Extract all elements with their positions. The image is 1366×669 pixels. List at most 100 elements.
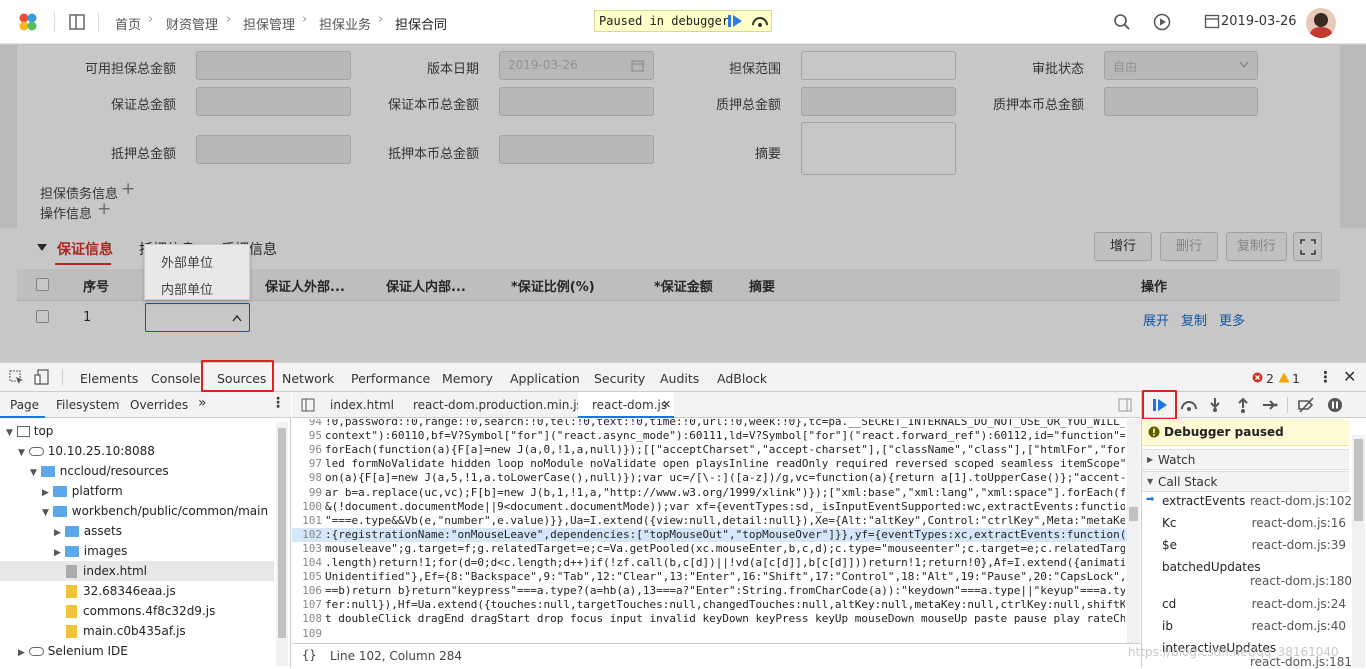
close-tab-icon[interactable]: ✕ — [662, 398, 671, 411]
delete-row-button[interactable]: 删行 — [1160, 232, 1218, 261]
select-all-checkbox[interactable] — [36, 278, 49, 291]
code-line[interactable]: led formNoValidate hidden loop noModule … — [325, 457, 1125, 470]
mortgage-local-total-input[interactable] — [499, 135, 654, 164]
line-number[interactable]: 107 — [292, 598, 322, 611]
tab-memory[interactable]: Memory — [442, 371, 493, 386]
scrollbar-thumb[interactable] — [1354, 439, 1363, 521]
tab-guarantee[interactable]: 保证信息 — [57, 239, 113, 259]
guarantor-type-select[interactable] — [145, 303, 250, 332]
line-number[interactable]: 105 — [292, 570, 322, 583]
code-line[interactable]: Unidentified"},Ef={8:"Backspace",9:"Tab"… — [325, 570, 1125, 583]
more-link[interactable]: 更多 — [1219, 310, 1245, 329]
tree-item-folder[interactable]: ▼ workbench/public/common/main — [42, 504, 268, 518]
line-number[interactable]: 95 — [292, 429, 322, 442]
tree-item-file[interactable]: main.c0b435af.js — [66, 624, 186, 638]
code-area[interactable]: 94 !0,password:!0,range:!0,search:!0,tel:… — [292, 419, 1127, 643]
tree-item-extension[interactable]: ▶ Selenium IDE — [18, 644, 128, 658]
expand-link[interactable]: 展开 — [1143, 310, 1169, 329]
calendar-icon[interactable] — [1204, 13, 1220, 29]
tree-item-folder[interactable]: ▼ nccloud/resources — [30, 464, 169, 478]
tree-item-host[interactable]: ▼ 10.10.25.10:8088 — [18, 444, 155, 458]
breadcrumb-item[interactable]: 担保管理 — [243, 14, 295, 33]
step-over-icon[interactable] — [1179, 397, 1199, 413]
line-number[interactable]: 96 — [292, 443, 322, 456]
copy-link[interactable]: 复制 — [1181, 310, 1207, 329]
tab-console[interactable]: Console — [151, 371, 201, 386]
tree-item-file-selected[interactable]: index.html — [66, 564, 147, 578]
step-out-icon[interactable] — [1236, 397, 1250, 413]
search-icon[interactable] — [1113, 13, 1131, 31]
inspect-icon[interactable] — [9, 370, 24, 385]
nav-scrollbar[interactable] — [276, 422, 288, 666]
code-line[interactable]: mouseleave";g.target=f;g.relatedTarget=e… — [325, 542, 1125, 555]
more-options-icon[interactable]: ⋮ — [271, 395, 285, 411]
pause-on-exceptions-icon[interactable] — [1327, 397, 1343, 413]
warning-count[interactable]: 1 — [1292, 371, 1300, 386]
guarantee-total-input[interactable] — [196, 87, 351, 116]
call-frame-location[interactable]: react-dom.js:102 — [1250, 494, 1352, 508]
call-frame-location[interactable]: react-dom.js:24 — [1250, 597, 1346, 611]
deactivate-breakpoints-icon[interactable] — [1297, 397, 1315, 413]
call-frame-name[interactable]: $e — [1162, 538, 1177, 552]
sidebar-scrollbar[interactable] — [1352, 435, 1365, 668]
code-line[interactable]: "===e.type&&Vb(e,"number",e.value)}},Ua=… — [325, 514, 1125, 527]
avatar[interactable] — [1306, 8, 1336, 38]
plus-icon[interactable]: + — [121, 179, 135, 199]
line-number[interactable]: 99 — [292, 486, 322, 499]
call-frame-name[interactable]: cd — [1162, 597, 1176, 611]
code-line[interactable]: fer:null}),Hf=Ua.extend({touches:null,ta… — [325, 598, 1125, 611]
dropdown-option-external[interactable]: 外部单位 — [161, 252, 213, 271]
line-number[interactable]: 109 — [292, 627, 322, 640]
line-number[interactable]: 104 — [292, 556, 322, 569]
tree-item-folder[interactable]: ▶ assets — [54, 524, 122, 538]
call-frame-name[interactable]: ib — [1162, 619, 1173, 633]
app-logo-icon[interactable] — [18, 12, 38, 32]
play-circle-icon[interactable] — [1153, 13, 1171, 31]
toggle-debugger-icon[interactable] — [1118, 398, 1132, 412]
call-frame-name[interactable]: Kc — [1162, 516, 1176, 530]
line-number[interactable]: 108 — [292, 612, 322, 625]
step-into-icon[interactable] — [1208, 397, 1222, 413]
tab-security[interactable]: Security — [594, 371, 645, 386]
tab-performance[interactable]: Performance — [351, 371, 430, 386]
call-frame-name[interactable]: batchedUpdates — [1162, 560, 1261, 574]
row-checkbox[interactable] — [36, 310, 49, 323]
call-frame-location[interactable]: react-dom.js:40 — [1250, 619, 1346, 633]
line-number[interactable]: 101 — [292, 514, 322, 527]
tab-network[interactable]: Network — [282, 371, 334, 386]
code-line[interactable]: forEach(function(a){F[a]=new J(a,0,!1,a,… — [325, 443, 1125, 456]
code-line[interactable]: .length)return!1;for(d=0;d<c.length;d++)… — [325, 556, 1125, 569]
pledge-total-input[interactable] — [801, 87, 956, 116]
code-line[interactable]: context"):60110,bf=V?Symbol["for"]("reac… — [325, 429, 1125, 442]
close-icon[interactable]: ✕ — [1343, 367, 1356, 386]
breadcrumb-item[interactable]: 财资管理 — [166, 14, 218, 33]
code-line[interactable]: &(!document.documentMode||9<document.doc… — [325, 500, 1125, 513]
toggle-navigator-icon[interactable] — [301, 398, 315, 412]
tree-item-folder[interactable]: ▶ images — [54, 544, 127, 558]
add-row-button[interactable]: 增行 — [1094, 232, 1152, 261]
device-toggle-icon[interactable] — [34, 369, 50, 385]
line-number[interactable]: 94 — [292, 419, 322, 428]
version-date-input[interactable]: 2019-03-26 — [499, 51, 654, 80]
line-number[interactable]: 103 — [292, 542, 322, 555]
line-number[interactable]: 98 — [292, 471, 322, 484]
menu-icon[interactable] — [68, 13, 86, 31]
call-frame-location[interactable]: react-dom.js:39 — [1250, 538, 1346, 552]
code-line[interactable]: ar b=a.replace(uc,vc);F[b]=new J(b,1,!1,… — [325, 486, 1125, 499]
more-tabs-icon[interactable]: » — [198, 395, 207, 411]
line-number[interactable]: 102 — [292, 528, 322, 541]
available-total-input[interactable] — [196, 51, 351, 80]
step-icon[interactable] — [1262, 397, 1278, 413]
line-number[interactable]: 97 — [292, 457, 322, 470]
more-options-icon[interactable]: ⋮ — [1318, 368, 1333, 386]
code-line[interactable]: :{registrationName:"onMouseLeave",depend… — [325, 528, 1125, 541]
resume-icon[interactable] — [727, 14, 743, 28]
mortgage-total-input[interactable] — [196, 135, 351, 164]
call-frame-location[interactable]: react-dom.js:180 — [1250, 574, 1352, 588]
code-line[interactable]: !0,password:!0,range:!0,search:!0,tel:!0… — [325, 419, 1125, 428]
editor-tab-react-dom-min[interactable]: react-dom.production.min.js — [413, 398, 583, 412]
copy-row-button[interactable]: 复制行 — [1226, 232, 1287, 261]
guarantee-local-total-input[interactable] — [499, 87, 654, 116]
guarantee-scope-input[interactable] — [801, 51, 956, 80]
line-number[interactable]: 106 — [292, 584, 322, 597]
